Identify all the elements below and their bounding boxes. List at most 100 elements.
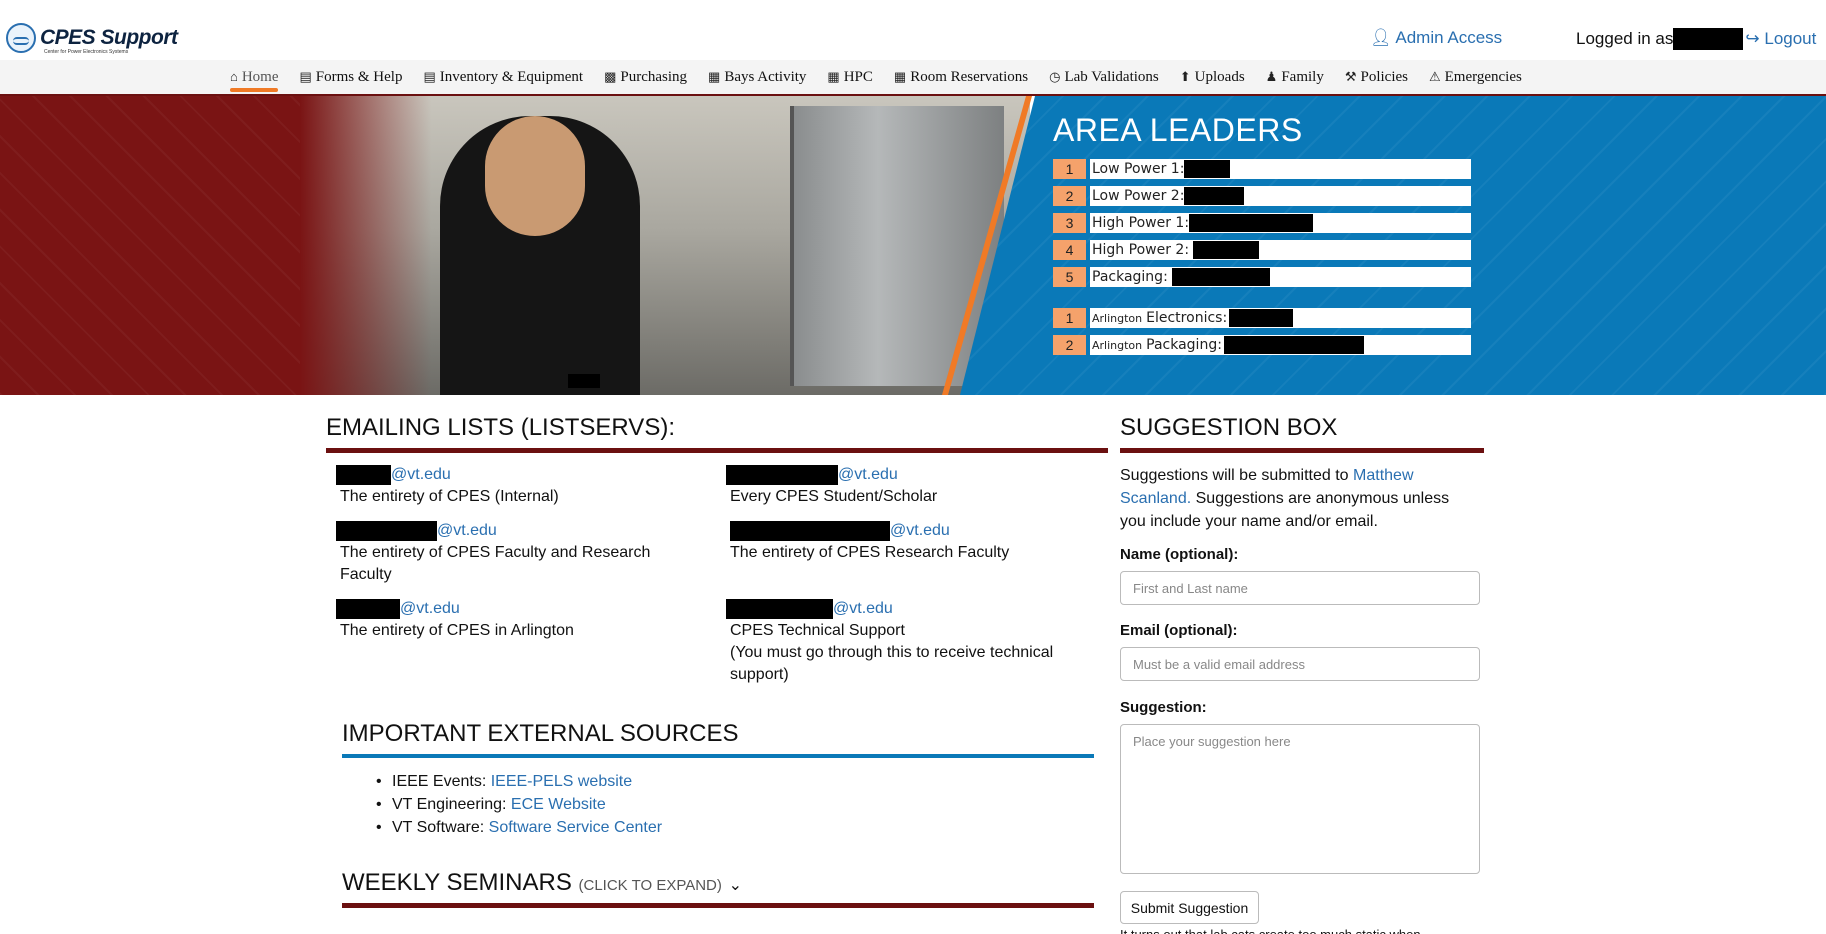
- listserv-address[interactable]: @vt.edu: [336, 520, 676, 542]
- listserv-description: The entirety of CPES (Internal): [340, 488, 559, 505]
- lab-equipment-image: [790, 106, 1004, 386]
- list-icon: ▤: [299, 69, 312, 84]
- arlington-leader-row: 1 Arlington Electronics:: [1053, 308, 1471, 328]
- redacted-local-part: [336, 599, 400, 619]
- money-icon: ▩: [604, 69, 617, 84]
- section-divider: [342, 754, 1094, 758]
- admin-access-link[interactable]: 👤︎ Admin Access: [1370, 28, 1502, 48]
- leader-box: High Power 1:: [1090, 213, 1471, 233]
- arlington-leader-row: 2 Arlington Packaging:: [1053, 335, 1471, 355]
- source-label: IEEE Events:: [392, 773, 487, 790]
- listserv-item: @vt.edu The entirety of CPES Research Fa…: [726, 520, 1086, 564]
- ece-website-link[interactable]: ECE Website: [511, 796, 606, 813]
- nav-label: Home: [241, 68, 279, 85]
- listserv-domain: @vt.edu: [890, 522, 950, 539]
- listserv-address[interactable]: @vt.edu: [726, 520, 1086, 542]
- listserv-domain: @vt.edu: [833, 600, 893, 617]
- listserv-description: The entirety of CPES in Arlington: [340, 622, 574, 639]
- leader-number: 2: [1053, 335, 1086, 355]
- submit-suggestion-button[interactable]: Submit Suggestion: [1120, 891, 1259, 924]
- listserv-address[interactable]: @vt.edu: [726, 598, 1086, 620]
- list-item: IEEE Events: IEEE-PELS website: [376, 770, 662, 793]
- area-leader-row: 2 Low Power 2:: [1053, 186, 1471, 206]
- leader-number: 1: [1053, 308, 1086, 328]
- nav-label: Inventory & Equipment: [439, 68, 584, 85]
- listserv-item: @vt.edu The entirety of CPES (Internal): [336, 464, 676, 508]
- leader-box: Packaging:: [1090, 267, 1471, 287]
- leader-box: Low Power 1:: [1090, 159, 1471, 179]
- leader-number: 1: [1053, 159, 1086, 179]
- listserv-item: @vt.edu The entirety of CPES Faculty and…: [336, 520, 676, 586]
- listserv-item: @vt.edu The entirety of CPES in Arlingto…: [336, 598, 676, 642]
- logged-in-label: Logged in as: [1576, 29, 1674, 48]
- logout-link[interactable]: ↪ Logout: [1745, 29, 1816, 49]
- nav-label: Bays Activity: [724, 68, 807, 85]
- top-bar: CPES Support Center for Power Electronic…: [0, 0, 1826, 60]
- suggestion-textarea[interactable]: Place your suggestion here: [1120, 724, 1480, 874]
- weekly-seminars-toggle[interactable]: WEEKLY SEMINARS (CLICK TO EXPAND) ⌄: [342, 869, 742, 897]
- listserv-address[interactable]: @vt.edu: [336, 464, 676, 486]
- redacted-name: [1171, 268, 1270, 286]
- home-icon: ⌂: [230, 69, 238, 84]
- listserv-description: CPES Technical Support: [730, 622, 905, 639]
- nav-item-uploads[interactable]: ⬆ Uploads: [1180, 60, 1245, 94]
- leader-label: Packaging:: [1092, 269, 1168, 285]
- external-sources-title: IMPORTANT EXTERNAL SOURCES: [342, 720, 739, 747]
- nav-item-lab-validations[interactable]: ◷ Lab Validations: [1049, 60, 1159, 94]
- software-service-center-link[interactable]: Software Service Center: [489, 819, 662, 836]
- nav-label: Purchasing: [620, 68, 688, 85]
- nav-item-family[interactable]: ♟ Family: [1266, 60, 1324, 94]
- nav-item-bays-activity[interactable]: ▦ Bays Activity: [708, 60, 806, 94]
- redacted-local-part: [730, 521, 890, 541]
- leader-prefix: Arlington: [1092, 311, 1143, 325]
- nav-label: Room Reservations: [910, 68, 1029, 85]
- redacted-name: [1193, 241, 1260, 259]
- listserv-item: @vt.edu Every CPES Student/Scholar: [726, 464, 1086, 508]
- nav-label: HPC: [843, 68, 873, 85]
- redacted-name: [1223, 336, 1364, 354]
- leader-box: High Power 2:: [1090, 240, 1471, 260]
- leader-number: 5: [1053, 267, 1086, 287]
- area-leader-row: 5 Packaging:: [1053, 267, 1471, 287]
- nav-item-purchasing[interactable]: ▩ Purchasing: [604, 60, 687, 94]
- listserv-description: Every CPES Student/Scholar: [730, 488, 938, 505]
- nav-items: ⌂ Home ▤ Forms & Help ▤ Inventory & Equipme…: [230, 60, 1543, 94]
- nav-label: Uploads: [1194, 68, 1245, 85]
- logout-label: Logout: [1764, 29, 1817, 48]
- gavel-icon: ⚒: [1344, 69, 1357, 84]
- leader-box: Arlington Packaging:: [1090, 335, 1471, 355]
- list-icon: ▤: [423, 69, 436, 84]
- redacted-name: [1184, 160, 1231, 178]
- listserv-description: The entirety of CPES Faculty and Researc…: [340, 544, 651, 583]
- email-label: Email (optional):: [1120, 622, 1238, 639]
- nav-item-home[interactable]: ⌂ Home: [230, 60, 279, 94]
- redacted-local-part: [336, 521, 437, 541]
- leader-box: Arlington Electronics:: [1090, 308, 1471, 328]
- nav-item-hpc[interactable]: ▦ HPC: [827, 60, 872, 94]
- main-nav: ⌂ Home ▤ Forms & Help ▤ Inventory & Equipme…: [0, 60, 1826, 96]
- listserv-domain: @vt.edu: [437, 522, 497, 539]
- listserv-address[interactable]: @vt.edu: [336, 598, 676, 620]
- email-field[interactable]: Must be a valid email address: [1120, 647, 1480, 681]
- redacted-name: [1229, 309, 1294, 327]
- trailing-text: It turns out that lab cats create too mu…: [1120, 924, 1421, 934]
- nav-item-policies[interactable]: ⚒ Policies: [1345, 60, 1408, 94]
- leader-number: 4: [1053, 240, 1086, 260]
- nav-item-emergencies[interactable]: ⚠ Emergencies: [1429, 60, 1522, 94]
- intro-text: Suggestions will be submitted to: [1120, 467, 1349, 484]
- cpes-logo[interactable]: CPES Support Center for Power Electronic…: [6, 22, 178, 55]
- suggestion-label: Suggestion:: [1120, 699, 1207, 716]
- nav-item-inventory[interactable]: ▤ Inventory & Equipment: [423, 60, 583, 94]
- redacted-local-part: [336, 465, 391, 485]
- area-leader-row: 4 High Power 2:: [1053, 240, 1471, 260]
- listserv-note: (You must go through this to receive tec…: [730, 644, 1054, 683]
- source-label: VT Software:: [392, 819, 485, 836]
- name-label: Name (optional):: [1120, 546, 1239, 563]
- listserv-address[interactable]: @vt.edu: [726, 464, 1086, 486]
- redacted-local-part: [726, 599, 833, 619]
- ieee-pels-link[interactable]: IEEE-PELS website: [491, 773, 632, 790]
- nav-item-room-reservations[interactable]: ▦ Room Reservations: [894, 60, 1028, 94]
- name-field[interactable]: First and Last name: [1120, 571, 1480, 605]
- nav-item-forms-help[interactable]: ▤ Forms & Help: [299, 60, 402, 94]
- leader-label: Electronics:: [1146, 310, 1228, 326]
